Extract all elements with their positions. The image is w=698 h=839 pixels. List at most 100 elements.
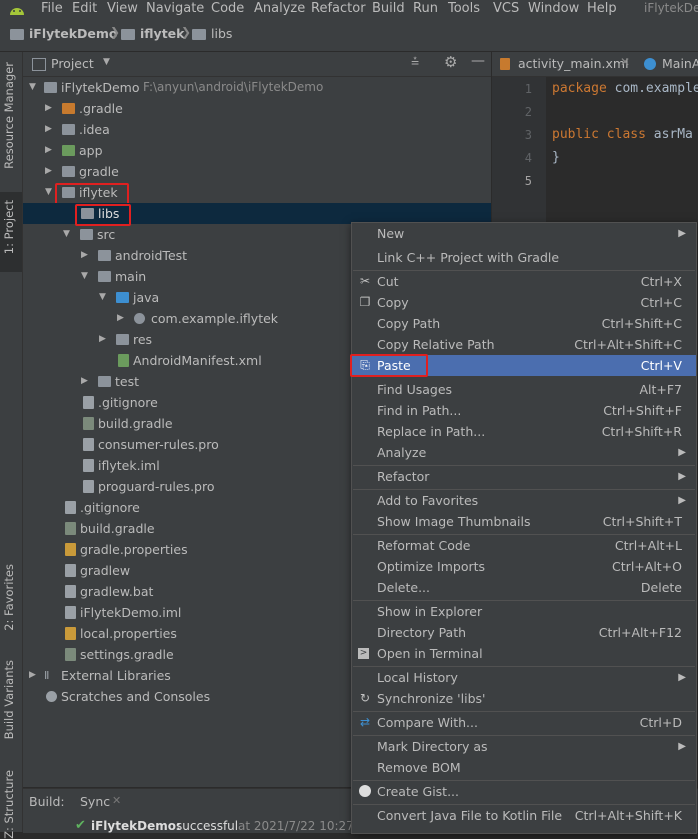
menu-item-copy-path[interactable]: Copy Path Ctrl+Shift+C (352, 313, 696, 334)
menu-item-copy-relative-path[interactable]: Copy Relative Path Ctrl+Alt+Shift+C (352, 334, 696, 355)
menu-item-link-cpp[interactable]: Link C++ Project with Gradle (352, 247, 696, 268)
menu-item-remove-bom[interactable]: Remove BOM (352, 757, 696, 778)
tree-item-app[interactable]: ▶ app (23, 140, 491, 161)
tab-main-activity[interactable]: MainA (640, 52, 698, 76)
scratches-icon (46, 691, 57, 702)
menu-item-optimize-imports[interactable]: Optimize Imports Ctrl+Alt+O (352, 556, 696, 577)
tab-build-variants[interactable]: Build Variants (2, 660, 16, 739)
highlight-box-iflytek (55, 183, 129, 205)
menu-item-shortcut: Alt+F7 (639, 382, 682, 397)
expanded-arrow-icon[interactable]: ▼ (45, 182, 52, 203)
menu-build[interactable]: Build (372, 1, 405, 16)
menu-refactor[interactable]: Refactor (311, 1, 366, 16)
menu-view[interactable]: View (107, 1, 138, 16)
tab-resource-manager[interactable]: Resource Manager (2, 62, 16, 169)
menu-item-mark-directory[interactable]: Mark Directory as ▶ (352, 736, 696, 757)
menu-window[interactable]: Window (528, 1, 579, 16)
scissors-icon: ✂ (359, 274, 371, 288)
tab-activity-main[interactable]: activity_main.xml ✕ (492, 52, 640, 76)
menu-item-label: Reformat Code (377, 538, 471, 553)
tab-sync[interactable]: Sync (80, 794, 110, 809)
collapsed-arrow-icon[interactable]: ▶ (45, 119, 52, 140)
collapsed-arrow-icon[interactable]: ▶ (117, 308, 124, 329)
menu-item-local-history[interactable]: Local History ▶ (352, 667, 696, 688)
tree-label: test (115, 374, 140, 389)
tab-project[interactable]: 1: Project (2, 200, 16, 254)
menu-run[interactable]: Run (413, 1, 438, 16)
collapsed-arrow-icon[interactable]: ▶ (81, 371, 88, 392)
menu-item-label: Cut (377, 274, 399, 289)
minimize-icon[interactable]: — (471, 53, 485, 69)
menu-item-new[interactable]: New ▶ (352, 223, 696, 244)
menu-item-create-gist[interactable]: Create Gist... (352, 781, 696, 802)
expanded-arrow-icon[interactable]: ▼ (29, 77, 36, 98)
expanded-arrow-icon[interactable]: ▼ (63, 224, 70, 245)
tree-item-root[interactable]: ▼ iFlytekDemo F:\anyun\android\iFlytekDe… (23, 77, 491, 98)
menu-item-convert-to-kotlin[interactable]: Convert Java File to Kotlin File Ctrl+Alt… (352, 805, 696, 826)
menu-item-add-to-favorites[interactable]: Add to Favorites ▶ (352, 490, 696, 511)
chevron-down-icon[interactable]: ▼ (103, 57, 110, 67)
collapsed-arrow-icon[interactable]: ▶ (99, 329, 106, 350)
tree-item-idea[interactable]: ▶ .idea (23, 119, 491, 140)
tree-label: consumer-rules.pro (98, 437, 219, 452)
expanded-arrow-icon[interactable]: ▼ (81, 266, 88, 287)
menu-item-reformat-code[interactable]: Reformat Code Ctrl+Alt+L (352, 535, 696, 556)
menu-item-copy[interactable]: ❐ Copy Ctrl+C (352, 292, 696, 313)
close-icon[interactable]: ✕ (620, 55, 630, 69)
expanded-arrow-icon[interactable]: ▼ (99, 287, 106, 308)
submenu-arrow-icon: ▶ (678, 228, 686, 239)
menu-item-shortcut: Ctrl+D (639, 715, 682, 730)
menu-item-synchronize[interactable]: ↻ Synchronize 'libs' (352, 688, 696, 709)
collapsed-arrow-icon[interactable]: ▶ (45, 161, 52, 182)
menu-item-analyze[interactable]: Analyze ▶ (352, 442, 696, 463)
folder-icon (192, 29, 206, 40)
menu-item-compare-with[interactable]: ⇄ Compare With... Ctrl+D (352, 712, 696, 733)
text-file-icon (83, 480, 94, 493)
source-folder-icon (116, 292, 129, 303)
menu-edit[interactable]: Edit (72, 1, 97, 16)
properties-file-icon (65, 543, 76, 556)
close-icon[interactable]: ✕ (112, 794, 121, 807)
menu-code[interactable]: Code (211, 1, 244, 16)
navigation-bar: iFlytekDemo ❯ iflytek ❯ libs (0, 20, 698, 52)
menu-item-open-in-terminal[interactable]: > Open in Terminal (352, 643, 696, 664)
collapsed-arrow-icon[interactable]: ▶ (29, 665, 36, 686)
menu-item-directory-path[interactable]: Directory Path Ctrl+Alt+F12 (352, 622, 696, 643)
project-view-selector[interactable]: Project (51, 56, 94, 71)
code-text: } (552, 150, 560, 165)
tree-label: gradle (79, 164, 119, 179)
breadcrumb-folder[interactable]: libs (211, 26, 232, 41)
menu-analyze[interactable]: Analyze (254, 1, 305, 16)
menu-item-replace-in-path[interactable]: Replace in Path... Ctrl+Shift+R (352, 421, 696, 442)
chevron-right-icon: ❯ (110, 25, 121, 39)
tree-item-gradle[interactable]: ▶ gradle (23, 161, 491, 182)
sync-status: successful (176, 819, 239, 833)
menu-item-show-in-explorer[interactable]: Show in Explorer (352, 601, 696, 622)
collapsed-arrow-icon[interactable]: ▶ (45, 140, 52, 161)
breadcrumb-project[interactable]: iFlytekDemo (29, 26, 118, 41)
menu-help[interactable]: Help (587, 1, 617, 16)
collapse-all-icon[interactable]: ⩮ (411, 54, 419, 70)
menu-item-refactor[interactable]: Refactor ▶ (352, 466, 696, 487)
collapsed-arrow-icon[interactable]: ▶ (81, 245, 88, 266)
menu-navigate[interactable]: Navigate (146, 1, 204, 16)
tab-structure[interactable]: Z: Structure (2, 770, 16, 839)
tab-favorites[interactable]: 2: Favorites (2, 564, 16, 631)
collapsed-arrow-icon[interactable]: ▶ (45, 98, 52, 119)
editor-tabs: activity_main.xml ✕ MainA (492, 52, 698, 77)
module-folder-icon (62, 145, 75, 156)
breadcrumb-module[interactable]: iflytek (140, 26, 184, 41)
menu-item-find-usages[interactable]: Find Usages Alt+F7 (352, 379, 696, 400)
properties-file-icon (65, 627, 76, 640)
menu-item-cut[interactable]: ✂ Cut Ctrl+X (352, 271, 696, 292)
gradle-file-icon (65, 648, 76, 661)
menu-tools[interactable]: Tools (448, 1, 480, 16)
tree-item-gradle-dir[interactable]: ▶ .gradle (23, 98, 491, 119)
menu-item-find-in-path[interactable]: Find in Path... Ctrl+Shift+F (352, 400, 696, 421)
menu-vcs[interactable]: VCS (493, 1, 519, 16)
menu-item-delete[interactable]: Delete... Delete (352, 577, 696, 598)
gear-icon[interactable]: ⚙ (444, 53, 457, 71)
menu-file[interactable]: File (41, 1, 63, 16)
folder-icon (80, 229, 93, 240)
menu-item-show-thumbnails[interactable]: Show Image Thumbnails Ctrl+Shift+T (352, 511, 696, 532)
